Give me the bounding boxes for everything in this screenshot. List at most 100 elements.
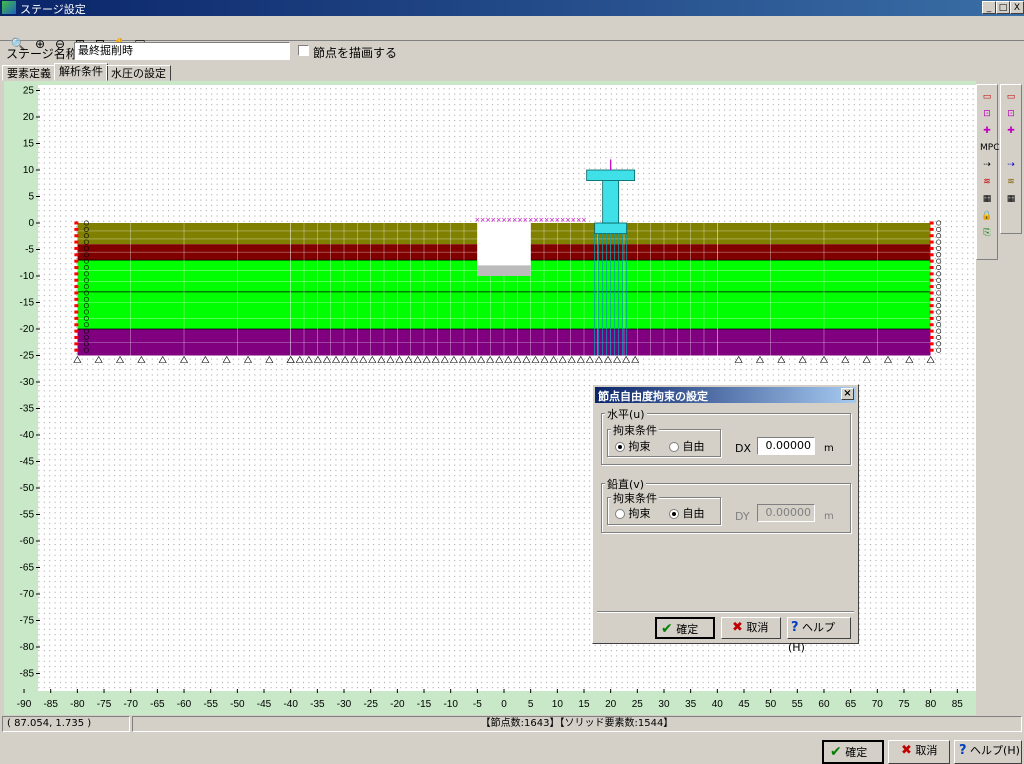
left-constraint xyxy=(74,291,79,295)
right-constraint xyxy=(929,272,934,276)
mpc-icon[interactable]: MPC xyxy=(979,140,999,154)
close-button[interactable]: X xyxy=(1010,1,1024,14)
vertical-free-radio[interactable]: 自由 xyxy=(669,505,705,521)
x-tick-label: -15 xyxy=(417,699,432,710)
stage-name-input[interactable]: 最終掘削時 xyxy=(74,42,290,60)
y-tick-label: 0 xyxy=(28,218,34,229)
y-tick-label: -80 xyxy=(20,642,35,653)
left-constraint xyxy=(74,310,79,314)
y-tick-label: -85 xyxy=(20,669,35,680)
table-icon[interactable]: ▦ xyxy=(979,191,995,205)
x-tick-label: -75 xyxy=(97,699,112,710)
x-tick-label: -55 xyxy=(203,699,218,710)
dialog-title-bar: 節点自由度拘束の設定 × xyxy=(595,387,856,403)
dialog-ok-button[interactable]: ✔ 確定 xyxy=(655,617,715,639)
dialog-help-button[interactable]: ? ヘルプ(H) xyxy=(787,617,851,654)
vertical-fixed-radio[interactable]: 拘束 xyxy=(615,505,651,521)
horizontal-fixed-label: 拘束 xyxy=(628,440,651,453)
help-icon: ? xyxy=(791,620,799,635)
right-constraint xyxy=(929,342,934,346)
dialog-separator xyxy=(597,611,854,613)
x-tick-label: 55 xyxy=(792,699,804,710)
stage-name-label: ステージ名称 xyxy=(6,47,78,61)
radio-icon xyxy=(669,509,679,519)
horizontal-free-label: 自由 xyxy=(682,440,705,453)
copy-icon[interactable]: ⎘ xyxy=(979,225,995,239)
right-constraint xyxy=(929,329,934,333)
status-counts: 【節点数:1643】【ソリッド要素数:1544】 xyxy=(132,716,1022,732)
pier-cap xyxy=(586,169,636,181)
lock-icon[interactable]: ≋ xyxy=(1003,174,1019,188)
right-constraint xyxy=(929,278,934,282)
horizontal-group-label: 水平(u) xyxy=(605,406,647,422)
number-table-icon[interactable]: ⇢ xyxy=(1003,157,1019,171)
dx-unit: m xyxy=(824,443,834,454)
dialog-close-button[interactable]: × xyxy=(841,388,854,400)
number-table-icon[interactable] xyxy=(1003,140,1019,154)
left-constraint xyxy=(74,342,79,346)
node-select-icon[interactable]: ⊡ xyxy=(1003,106,1019,120)
right-constraint xyxy=(929,266,934,270)
spring-icon[interactable]: ≋ xyxy=(979,174,995,188)
x-tick-label: 45 xyxy=(738,699,750,710)
element-select-icon[interactable]: ✚ xyxy=(1003,123,1019,137)
dialog-ok-label: 確定 xyxy=(676,623,699,636)
dy-unit: m xyxy=(824,511,834,522)
tab-water-pressure[interactable]: 水圧の設定 xyxy=(106,65,171,81)
y-tick-label: 15 xyxy=(23,139,35,150)
right-constraint xyxy=(929,310,934,314)
left-constraint xyxy=(74,227,79,231)
arrow-link-icon[interactable]: ⇢ xyxy=(979,157,995,171)
tab-element-definition[interactable]: 要素定義 xyxy=(2,65,56,81)
help-icon: ? xyxy=(959,743,967,758)
right-constraint xyxy=(929,259,934,263)
cancel-button[interactable]: ✖ 取消 xyxy=(888,740,950,764)
horizontal-free-radio[interactable]: 自由 xyxy=(669,438,705,454)
help-button[interactable]: ? ヘルプ(H) xyxy=(954,740,1022,764)
x-tick-label: -70 xyxy=(123,699,138,710)
maximize-button[interactable]: □ xyxy=(996,1,1010,14)
x-icon: ✖ xyxy=(732,620,743,635)
x-tick-label: 20 xyxy=(605,699,617,710)
x-tick-label: -35 xyxy=(310,699,325,710)
right-constraint xyxy=(929,246,934,250)
x-tick-label: 65 xyxy=(845,699,857,710)
left-constraint xyxy=(74,221,79,225)
right-constraint xyxy=(929,348,934,352)
radio-icon xyxy=(615,442,625,452)
x-tick-label: -65 xyxy=(150,699,165,710)
y-tick-label: -30 xyxy=(20,377,35,388)
left-constraint xyxy=(74,348,79,352)
dialog-cancel-button[interactable]: ✖ 取消 xyxy=(721,617,781,639)
right-constraint xyxy=(929,234,934,238)
rect-select-icon[interactable]: ▭ xyxy=(979,89,995,103)
fix-node-icon[interactable]: ✚ xyxy=(979,123,995,137)
ok-button[interactable]: ✔ 確定 xyxy=(822,740,884,764)
x-tick-label: -25 xyxy=(363,699,378,710)
x-tick-label: 75 xyxy=(898,699,910,710)
horizontal-fixed-radio[interactable]: 拘束 xyxy=(615,438,651,454)
left-constraint xyxy=(74,329,79,333)
left-constraint xyxy=(74,297,79,301)
lock-icon[interactable]: 🔒 xyxy=(979,208,995,222)
node-select-icon[interactable]: ⊡ xyxy=(979,106,995,120)
export-icon[interactable]: ▦ xyxy=(1003,191,1019,205)
palette-selection: ▭ ⊡ ✚ ⇢ ≋ ▦ xyxy=(1000,84,1022,234)
right-constraint xyxy=(929,285,934,289)
x-tick-label: 70 xyxy=(872,699,884,710)
y-tick-label: 25 xyxy=(23,86,35,97)
y-tick-label: -15 xyxy=(20,298,35,309)
x-tick-label: -40 xyxy=(283,699,298,710)
x-tick-label: 50 xyxy=(765,699,777,710)
window-title: ステージ設定 xyxy=(20,3,86,16)
x-tick-label: 60 xyxy=(818,699,830,710)
right-constraint xyxy=(929,240,934,244)
rect-select-icon[interactable]: ▭ xyxy=(1003,89,1019,103)
dx-input[interactable]: 0.00000 xyxy=(757,437,815,455)
draw-nodes-checkbox[interactable] xyxy=(298,45,309,56)
right-constraint xyxy=(929,316,934,320)
tab-analysis-conditions[interactable]: 解析条件 xyxy=(54,63,108,81)
y-tick-label: -75 xyxy=(20,616,35,627)
x-tick-label: -20 xyxy=(390,699,405,710)
minimize-button[interactable]: _ xyxy=(982,1,996,14)
